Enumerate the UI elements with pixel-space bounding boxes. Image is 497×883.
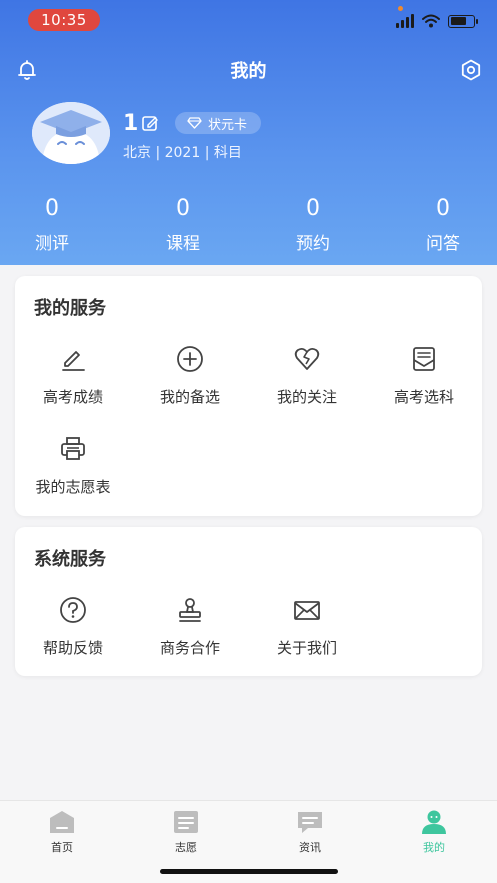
status-bar: 10:35	[0, 0, 497, 44]
stat-value: 0	[176, 196, 190, 221]
service-label: 关于我们	[276, 639, 337, 657]
page-title: 我的	[230, 61, 267, 82]
stamp-icon	[179, 598, 201, 622]
graduate-avatar-icon	[32, 102, 110, 164]
stat-label: 预约	[296, 234, 330, 254]
mail-icon	[294, 601, 320, 620]
service-help-feedback[interactable]: 帮助反馈	[15, 595, 131, 658]
service-gaokao-score[interactable]: 高考成绩	[15, 344, 131, 407]
tab-label: 志愿	[175, 841, 197, 854]
gear-icon[interactable]	[459, 58, 483, 82]
wifi-icon	[422, 14, 440, 28]
heart-icon	[294, 347, 320, 370]
service-my-options[interactable]: 我的备选	[132, 344, 248, 407]
stat-label: 测评	[35, 234, 69, 254]
card-title: 我的服务	[34, 298, 106, 319]
stat-label: 问答	[426, 234, 460, 254]
stat-qa[interactable]: 0 问答	[403, 195, 483, 254]
chat-icon	[298, 812, 322, 833]
service-about-us[interactable]: 关于我们	[249, 595, 365, 658]
card-title: 系统服务	[34, 549, 106, 570]
service-label: 高考成绩	[42, 388, 103, 406]
service-my-follows[interactable]: 我的关注	[249, 344, 365, 407]
question-circle-icon	[60, 597, 86, 623]
service-label: 帮助反馈	[42, 639, 103, 657]
username: 1	[123, 111, 139, 136]
profile-header: 10:35 我的 1 状元卡 北京 | 2021 | 科目 0 测评 0 课程 …	[0, 0, 497, 265]
stat-appointments[interactable]: 0 预约	[273, 195, 353, 254]
stat-courses[interactable]: 0 课程	[143, 195, 223, 254]
home-indicator	[160, 869, 338, 874]
service-business-cooperation[interactable]: 商务合作	[132, 595, 248, 658]
envelope-open-icon	[413, 347, 435, 371]
tab-label: 我的	[423, 841, 445, 854]
stat-value: 0	[306, 196, 320, 221]
pen-underline-icon	[62, 351, 85, 371]
document-icon	[174, 811, 198, 833]
home-icon	[50, 811, 74, 833]
status-time: 10:35	[28, 9, 100, 31]
system-services-card: 系统服务 帮助反馈 商务合作 关于我们	[15, 527, 482, 676]
service-label: 高考选科	[393, 388, 454, 406]
stat-label: 课程	[166, 234, 200, 254]
tab-home[interactable]: 首页	[22, 809, 102, 855]
status-icons	[396, 14, 478, 28]
service-application-form[interactable]: 我的志愿表	[15, 434, 131, 497]
tab-news[interactable]: 资讯	[270, 809, 350, 855]
battery-icon	[448, 14, 478, 28]
tab-mine[interactable]: 我的	[394, 809, 474, 855]
vip-label: 状元卡	[208, 117, 248, 133]
signal-icon	[396, 14, 414, 28]
stat-value: 0	[45, 196, 59, 221]
user-icon	[422, 810, 446, 834]
service-label: 我的关注	[276, 388, 337, 406]
privacy-indicator-icon	[398, 6, 403, 11]
stats-row: 0 测评 0 课程 0 预约 0 问答	[0, 195, 497, 257]
vip-badge[interactable]: 状元卡	[175, 112, 262, 134]
avatar[interactable]	[32, 102, 110, 164]
tab-label: 资讯	[299, 841, 321, 854]
service-label: 我的备选	[159, 388, 220, 406]
profile-meta: 北京 | 2021 | 科目	[123, 145, 242, 161]
stat-value: 0	[436, 196, 450, 221]
stat-assessment[interactable]: 0 测评	[12, 195, 92, 254]
service-label: 商务合作	[159, 639, 220, 657]
printer-icon	[61, 437, 85, 460]
plus-circle-icon	[177, 346, 203, 372]
my-services-card: 我的服务 高考成绩 我的备选 我的关注 高考选科 我的志愿表	[15, 276, 482, 516]
tab-label: 首页	[51, 841, 73, 854]
diamond-icon	[187, 117, 202, 129]
tab-application[interactable]: 志愿	[146, 809, 226, 855]
edit-icon[interactable]	[141, 114, 159, 132]
service-subject-selection[interactable]: 高考选科	[366, 344, 482, 407]
service-label: 我的志愿表	[35, 478, 111, 496]
